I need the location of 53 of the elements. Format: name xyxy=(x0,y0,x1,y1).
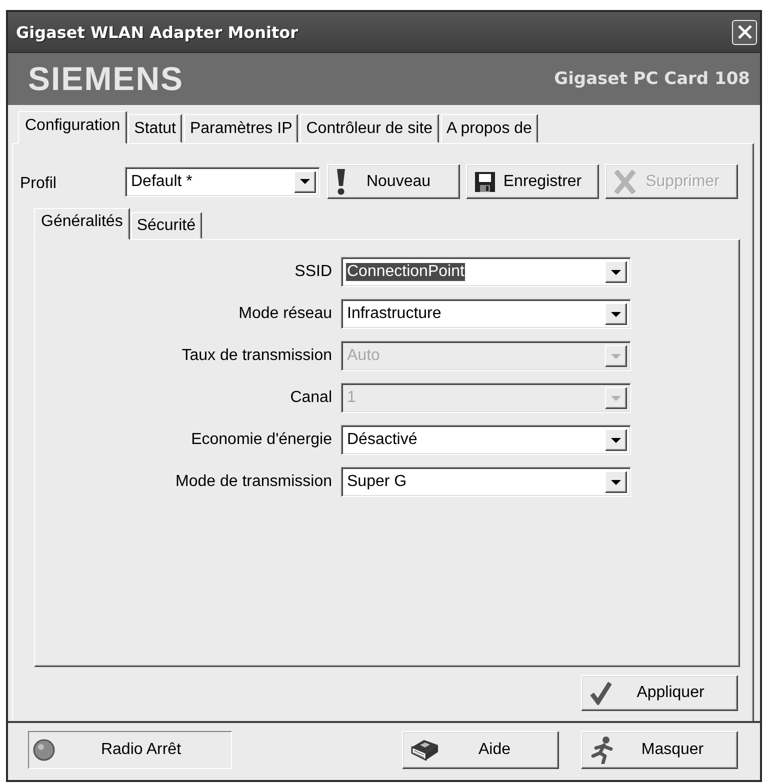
caret-icon xyxy=(611,480,621,484)
dropdown-button[interactable] xyxy=(605,303,627,325)
tab[interactable]: A propos de xyxy=(440,114,538,143)
caret-icon xyxy=(611,354,621,358)
caret-icon xyxy=(611,396,621,400)
field-label: Mode de transmission xyxy=(175,473,332,491)
dropdown-button[interactable] xyxy=(605,471,627,493)
book-icon xyxy=(411,739,439,761)
hide-button[interactable]: Masquer xyxy=(581,731,738,769)
radio-status-label: Radio Arrêt xyxy=(100,741,182,759)
new-button[interactable]: Nouveau xyxy=(327,164,460,199)
cross-icon xyxy=(614,170,636,194)
tab[interactable]: Sécurité xyxy=(130,212,202,239)
dropdown-value: ConnectionPoint xyxy=(346,263,466,281)
exclamation-icon xyxy=(336,168,346,194)
dropdown-field[interactable]: Super G xyxy=(341,467,631,497)
dropdown-field[interactable]: ConnectionPoint xyxy=(341,257,631,287)
check-icon xyxy=(590,681,612,705)
dropdown-field[interactable]: Désactivé xyxy=(341,425,631,455)
field-label: Taux de transmission xyxy=(182,347,332,365)
dropdown-value: Infrastructure xyxy=(346,305,442,323)
dropdown-value: 1 xyxy=(346,389,357,407)
dropdown-button[interactable] xyxy=(605,261,627,283)
tab[interactable]: Généralités xyxy=(34,208,130,240)
tab[interactable]: Configuration xyxy=(18,111,128,144)
dropdown-button[interactable] xyxy=(605,429,627,451)
field-label: SSID xyxy=(294,263,332,281)
dropdown-value: Désactivé xyxy=(346,431,418,449)
dropdown-value: Auto xyxy=(346,347,381,365)
window-title: Gigaset WLAN Adapter Monitor xyxy=(16,22,298,42)
profile-dropdown[interactable]: Default * xyxy=(125,166,320,196)
apply-button[interactable]: Appliquer xyxy=(581,675,738,711)
caret-icon xyxy=(611,270,621,274)
close-button[interactable] xyxy=(732,20,757,44)
product-name: Gigaset PC Card 108 xyxy=(554,69,750,89)
tab[interactable]: Paramètres IP xyxy=(184,114,298,143)
profile-label: Profil xyxy=(20,174,58,193)
field-label: Mode réseau xyxy=(238,305,332,323)
dropdown-button[interactable] xyxy=(294,170,316,192)
tab[interactable]: Statut xyxy=(128,114,182,143)
field-label: Canal xyxy=(290,389,332,407)
caret-icon xyxy=(300,179,310,184)
caret-icon xyxy=(611,312,621,316)
help-button[interactable]: Aide xyxy=(402,731,559,769)
save-button[interactable]: Enregistrer xyxy=(466,164,599,199)
dropdown-value: Default * xyxy=(130,172,194,190)
dropdown-value: Super G xyxy=(346,473,408,491)
close-icon xyxy=(736,24,752,40)
brand-name: SIEMENS xyxy=(28,60,184,98)
field-label: Economie d'énergie xyxy=(191,431,332,449)
tab[interactable]: Contrôleur de site xyxy=(300,114,439,143)
caret-icon xyxy=(611,438,621,442)
dropdown-field[interactable]: Infrastructure xyxy=(341,299,631,329)
